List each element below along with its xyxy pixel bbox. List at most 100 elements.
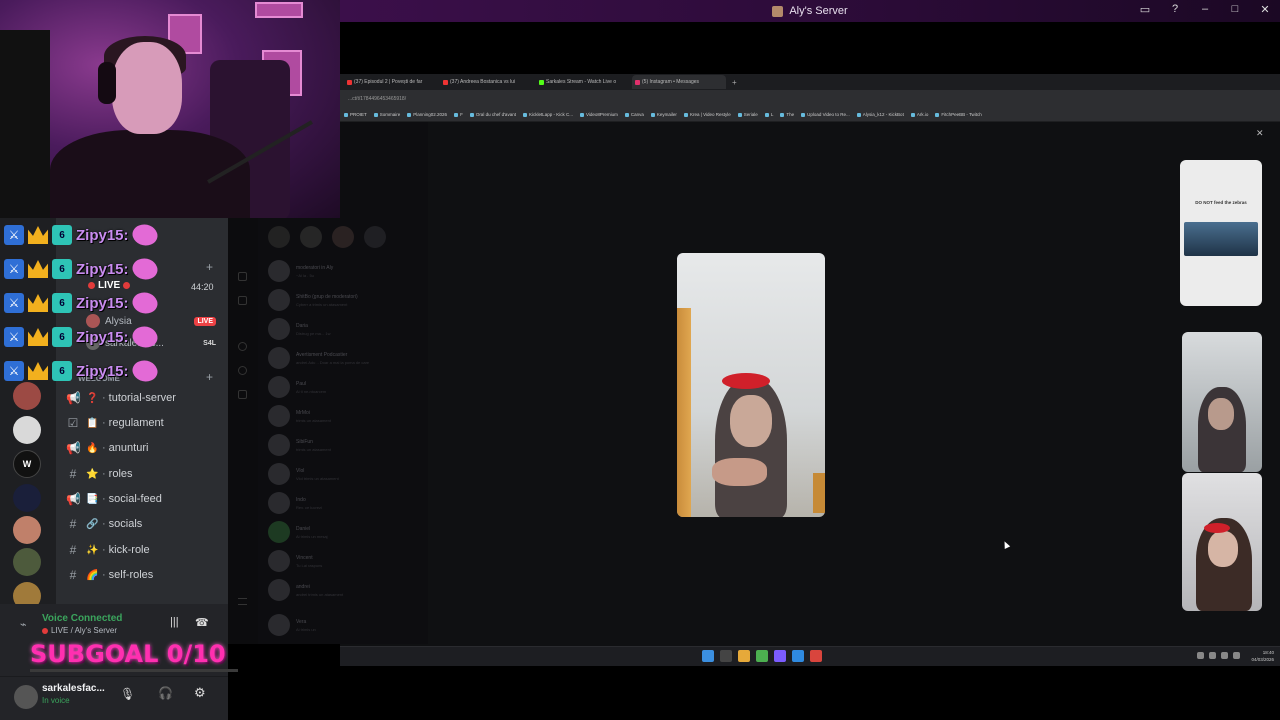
- chat-username: Zipy15:: [76, 328, 129, 346]
- address-bar[interactable]: ...ct/t/1784496453465918/: [340, 90, 1280, 108]
- channel-roles[interactable]: # ⭐ · roles: [66, 464, 226, 484]
- heart-icon[interactable]: [238, 390, 247, 399]
- close-call-icon[interactable]: ✕: [1256, 128, 1264, 139]
- channel-socials[interactable]: # 🔗 · socials: [66, 514, 226, 534]
- search-icon[interactable]: [238, 342, 247, 351]
- add-channel-icon[interactable]: +: [206, 260, 213, 274]
- note-avatar[interactable]: [268, 226, 290, 248]
- dm-item[interactable]: Paul Ai ti ne-ntoarcem: [268, 374, 326, 400]
- add-channel-icon[interactable]: +: [206, 370, 213, 384]
- dm-item[interactable]: SibiFun trimis un atasament: [268, 432, 331, 458]
- note-avatar[interactable]: [300, 226, 322, 248]
- chrome-icon[interactable]: [756, 650, 768, 662]
- dm-item[interactable]: Vlol Vlol trimis un atasament: [268, 461, 339, 487]
- minimize-button[interactable]: –: [1198, 3, 1212, 16]
- wall-poster: [255, 2, 303, 18]
- bookmark[interactable]: Video8Premium: [580, 112, 618, 117]
- maximize-button[interactable]: □: [1228, 3, 1242, 16]
- tray-icon[interactable]: [1221, 652, 1228, 659]
- note-avatar[interactable]: [364, 226, 386, 248]
- inbox-icon[interactable]: ▭: [1138, 3, 1152, 16]
- browser-tab[interactable]: (37) Andreea Bostanica vs lui: [440, 75, 534, 89]
- call-video-main[interactable]: [677, 253, 825, 517]
- chat-username: Zipy15:: [76, 260, 129, 278]
- dm-item[interactable]: Indo Rev. ce lucrezi: [268, 490, 322, 516]
- browser-tab[interactable]: Sarkales Stream - Watch Live o: [536, 75, 630, 89]
- crown-badge-icon: [28, 328, 48, 346]
- noise-suppression-icon[interactable]: |||: [170, 616, 179, 628]
- disconnect-icon[interactable]: ☎: [195, 616, 209, 629]
- sticker-icon: [129, 322, 160, 352]
- username[interactable]: sarkalesfac...: [42, 683, 105, 694]
- avatar[interactable]: [14, 685, 38, 709]
- browser-tab[interactable]: (37) Episodul 2 | Povești de far: [344, 75, 438, 89]
- menu-icon[interactable]: [238, 598, 247, 605]
- bookmark[interactable]: The: [780, 112, 794, 117]
- search-icon[interactable]: [720, 650, 732, 662]
- channel-regulament[interactable]: ☑ 📋 · regulament: [66, 413, 226, 433]
- reels-icon[interactable]: [238, 296, 247, 305]
- help-icon[interactable]: ?: [1168, 3, 1182, 16]
- bookmark[interactable]: Alysia_k12 - KickBot: [857, 112, 904, 117]
- channel-social-feed[interactable]: 📢 📑 · social-feed: [66, 489, 226, 509]
- bookmark[interactable]: L: [765, 112, 774, 117]
- tray-icon[interactable]: [1197, 652, 1204, 659]
- call-participant-tile[interactable]: [1182, 473, 1262, 611]
- server-icon[interactable]: W: [13, 450, 41, 478]
- bookmark[interactable]: Keymailer: [651, 112, 677, 117]
- sword-badge-icon: ⚔: [4, 293, 24, 313]
- note-avatar[interactable]: [332, 226, 354, 248]
- home-icon[interactable]: [238, 272, 247, 281]
- dm-item[interactable]: Daniel Ai trimis un mesaj: [268, 519, 328, 545]
- dm-item[interactable]: Daria Distrug pe ma... 1w: [268, 316, 330, 342]
- bookmark[interactable]: F: [454, 112, 463, 117]
- bookmark[interactable]: Planning02.2026: [407, 112, 447, 117]
- bookmark[interactable]: Krea | Video Restyle: [684, 112, 731, 117]
- discord-icon[interactable]: [774, 650, 786, 662]
- server-icon[interactable]: [13, 516, 41, 544]
- clock[interactable]: 18:40 04/03/2026: [1251, 649, 1274, 663]
- dm-item[interactable]: moderatori in Aly ~Ai la . 5u: [268, 258, 333, 284]
- server-icon[interactable]: [13, 484, 41, 512]
- server-icon[interactable]: [13, 416, 41, 444]
- bookmark[interactable]: KickletLapp - Kick C...: [523, 112, 573, 117]
- start-icon[interactable]: [702, 650, 714, 662]
- call-participant-tile[interactable]: [1182, 332, 1262, 472]
- tray-icon[interactable]: [1233, 652, 1240, 659]
- dm-item[interactable]: Avertisment Podcastier andrei.Adu .. Doar…: [268, 345, 369, 371]
- close-button[interactable]: ✕: [1258, 3, 1272, 16]
- live-badge: LIVE: [194, 316, 216, 326]
- tray-icon[interactable]: [1209, 652, 1216, 659]
- new-tab-button[interactable]: +: [728, 78, 741, 87]
- bookmark[interactable]: Oral du chef d'avant: [470, 112, 516, 117]
- server-icon[interactable]: [13, 382, 41, 410]
- voice-channel-name[interactable]: LIVE / Aly's Server: [42, 626, 117, 635]
- dm-item[interactable]: ShitBo (grup de moderatori) Cyberr a trim…: [268, 287, 358, 313]
- files-icon[interactable]: [738, 650, 750, 662]
- bookmark[interactable]: Sommaire: [374, 112, 401, 117]
- obs-icon[interactable]: [810, 650, 822, 662]
- channel-anunturi[interactable]: 📢 🔥 · anunturi: [66, 438, 226, 458]
- call-participant-tile[interactable]: DO NOT feed the zebras: [1180, 160, 1262, 306]
- browser-tab-active[interactable]: (5) Instagram • Messages: [632, 75, 726, 89]
- channel-kick-role[interactable]: # ✨ · kick-role: [66, 540, 226, 560]
- server-icon[interactable]: [13, 548, 41, 576]
- settings-gear-icon[interactable]: ⚙: [194, 685, 206, 701]
- microphone-icon[interactable]: 🎙: [120, 687, 135, 701]
- bookmark[interactable]: PROIET: [344, 112, 367, 117]
- headphones-icon[interactable]: 🎧: [158, 686, 173, 700]
- bookmark[interactable]: Ark.io: [911, 112, 929, 117]
- dm-item[interactable]: Vincent Tu i-ai raspuns: [268, 548, 322, 574]
- steam-icon[interactable]: [792, 650, 804, 662]
- channel-self-roles[interactable]: # 🌈 · self-roles: [66, 565, 226, 585]
- bookmark[interactable]: Seriale: [738, 112, 758, 117]
- dm-item[interactable]: andrei andrei trimis un atasament: [268, 577, 343, 603]
- bookmark[interactable]: Canva: [625, 112, 644, 117]
- signal-icon[interactable]: ⌁: [20, 618, 27, 631]
- dm-item[interactable]: MrMoi trimis un atasament: [268, 403, 331, 429]
- channel-tutorial-server[interactable]: 📢 ❓ · tutorial-server: [66, 388, 226, 408]
- bookmark[interactable]: FitchPeeBB - Twitch: [935, 112, 981, 117]
- explore-icon[interactable]: [238, 366, 247, 375]
- bookmark[interactable]: Upload Video to Re...: [801, 112, 850, 117]
- dm-item[interactable]: Vera Ai trimis un: [268, 612, 316, 638]
